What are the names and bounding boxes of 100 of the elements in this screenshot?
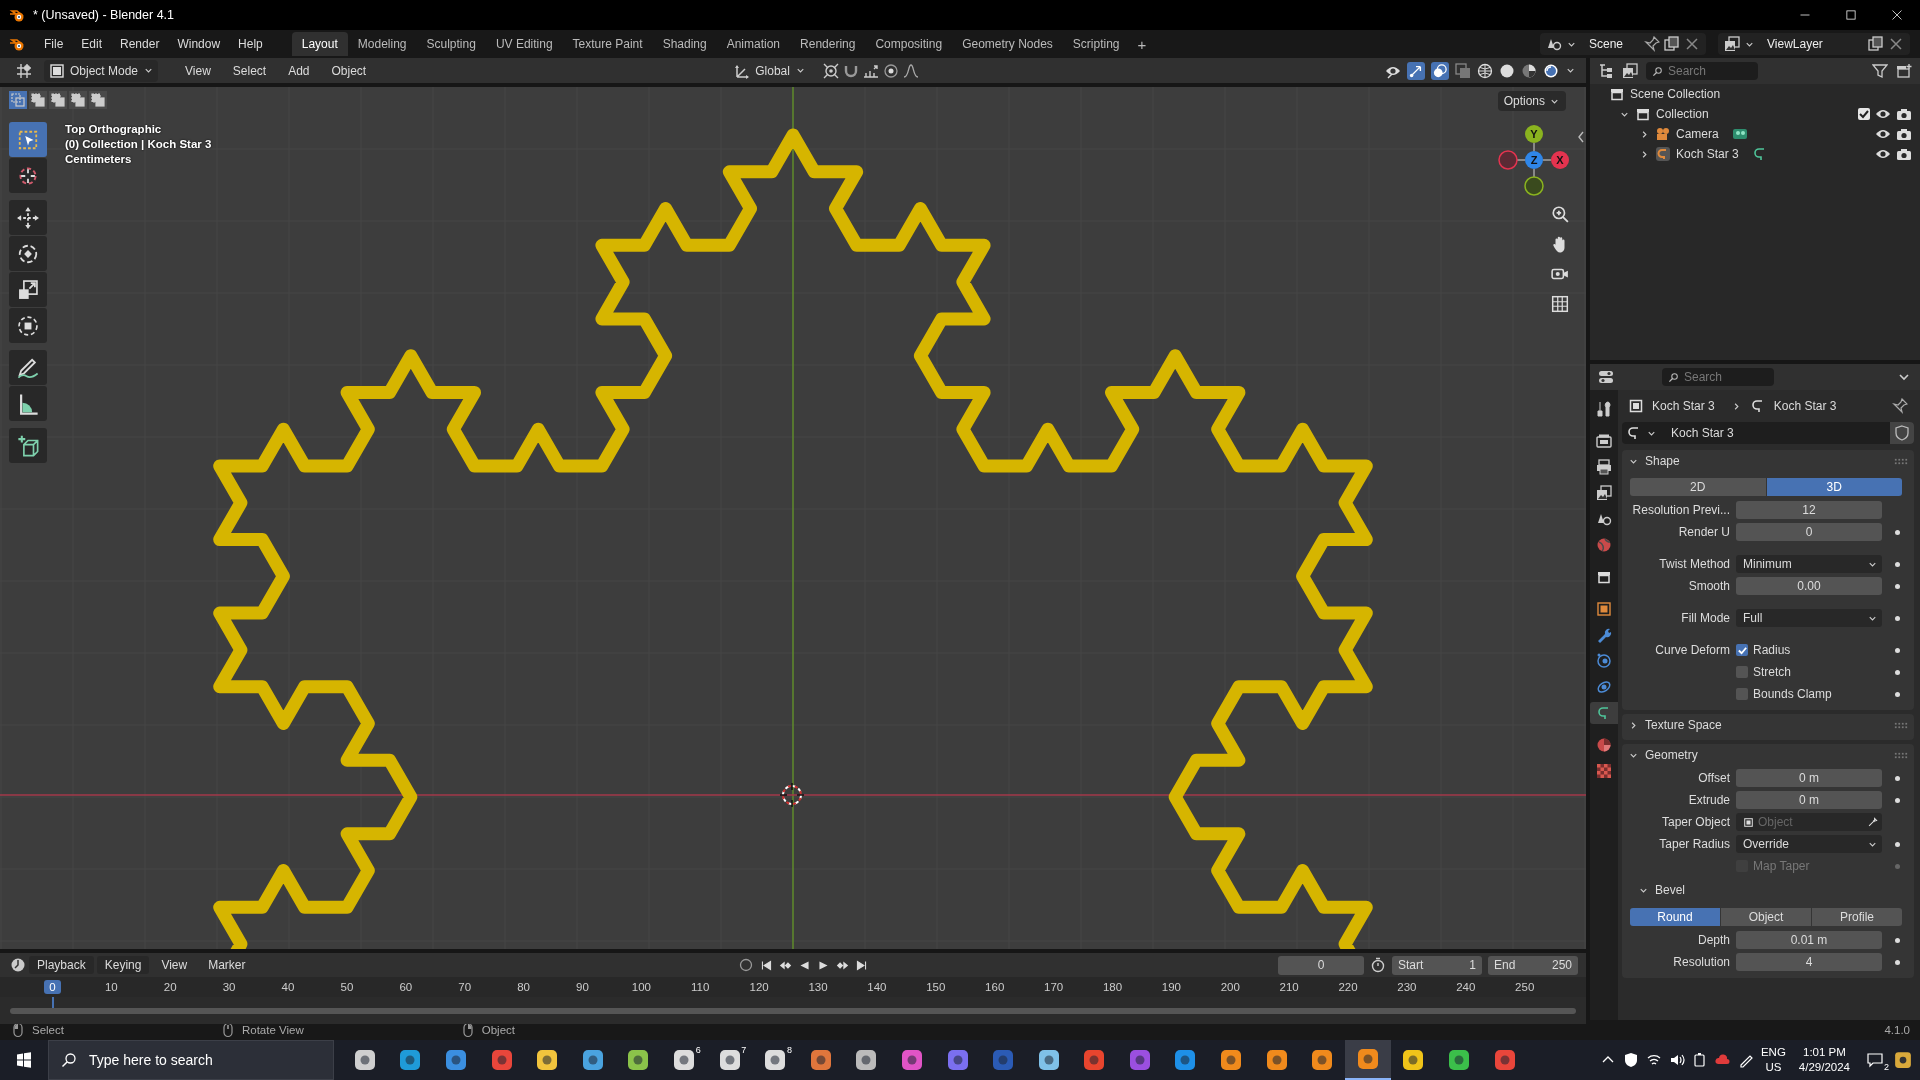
selection-mode-icon[interactable] xyxy=(69,91,87,109)
camera-icon[interactable] xyxy=(1896,126,1912,142)
battery-icon[interactable] xyxy=(1691,1052,1708,1068)
tool-button[interactable] xyxy=(9,308,47,343)
subpanel-header[interactable]: Bevel xyxy=(1626,878,1906,902)
segmented-option[interactable]: Round xyxy=(1630,908,1720,926)
search-input[interactable]: Search xyxy=(1668,64,1748,78)
camera-data-icon[interactable] xyxy=(1731,126,1748,142)
keyframe-dot[interactable] xyxy=(1894,529,1900,535)
workspace-tab[interactable]: Modeling xyxy=(347,32,417,56)
menu-item[interactable]: Marker xyxy=(199,958,255,972)
clock-date[interactable]: 4/29/2024 xyxy=(1798,1060,1850,1075)
search-field[interactable]: Search xyxy=(1646,62,1758,80)
grid-icon[interactable] xyxy=(1551,295,1569,313)
axis-ball[interactable] xyxy=(1551,151,1569,169)
outliner-row[interactable]: Koch Star 3 xyxy=(1590,144,1920,164)
tool-button[interactable] xyxy=(9,158,47,193)
new-collection-icon[interactable] xyxy=(1896,63,1912,79)
jump-start-icon[interactable] xyxy=(759,958,773,972)
workspace-tab[interactable]: Layout xyxy=(291,32,348,56)
keyframe-dot[interactable] xyxy=(1894,615,1900,621)
gizmo-toggle-icon[interactable] xyxy=(1407,61,1425,80)
snap-increment-icon[interactable] xyxy=(863,62,880,79)
taskbar-app[interactable]: 7 xyxy=(706,1040,753,1080)
notification-button[interactable]: 2 xyxy=(1863,1048,1887,1072)
pin-icon[interactable] xyxy=(1892,398,1908,414)
keyframe-dot[interactable] xyxy=(1894,583,1900,589)
checkbox[interactable] xyxy=(1736,666,1748,678)
close-icon[interactable] xyxy=(1888,36,1904,52)
menu-item[interactable]: Object xyxy=(322,63,376,78)
keyframe-dot[interactable] xyxy=(1894,797,1900,803)
checkbox[interactable] xyxy=(1736,644,1748,656)
panel-header[interactable]: Shape xyxy=(1622,450,1914,472)
close-icon[interactable] xyxy=(1684,36,1700,52)
number-field[interactable]: 0 m xyxy=(1736,769,1882,787)
outliner-row[interactable]: Collection xyxy=(1590,104,1920,124)
datablock-selector[interactable]: Koch Star 3 xyxy=(1622,422,1914,444)
checkbox[interactable] xyxy=(1736,688,1748,700)
outliner-type-icon[interactable] xyxy=(1598,63,1614,79)
selection-mode-icon[interactable] xyxy=(49,91,67,109)
taskbar-app[interactable]: 6 xyxy=(661,1040,707,1080)
number-field[interactable]: 12 xyxy=(1736,501,1882,519)
camera-icon[interactable] xyxy=(1896,106,1912,122)
play-icon[interactable] xyxy=(816,958,830,972)
properties-type-icon[interactable] xyxy=(1598,369,1614,385)
menu-item[interactable]: View xyxy=(176,63,220,78)
end-frame-field[interactable]: End 250 xyxy=(1488,955,1578,975)
workspace-tab[interactable]: Compositing xyxy=(865,32,953,56)
keyframe-dot[interactable] xyxy=(1894,669,1900,675)
exclude-checkbox[interactable] xyxy=(1858,108,1870,120)
number-field[interactable]: 0.00 xyxy=(1736,577,1882,595)
panel-header[interactable]: Texture Space xyxy=(1622,714,1914,736)
clock-icon[interactable] xyxy=(10,957,26,973)
workspace-tab[interactable]: Texture Paint xyxy=(562,32,653,56)
display-mode-icon[interactable] xyxy=(1622,63,1638,79)
play-reverse-icon[interactable] xyxy=(797,958,811,972)
material-shading-icon[interactable] xyxy=(1521,62,1537,79)
workspace-tab[interactable]: Scripting xyxy=(1062,32,1130,56)
tool-button[interactable] xyxy=(9,428,47,463)
tool-button[interactable] xyxy=(9,236,47,271)
negative-axis-ball[interactable] xyxy=(1524,176,1544,196)
segmented-option[interactable]: 2D xyxy=(1630,478,1766,496)
language-text[interactable]: ENG xyxy=(1760,1045,1786,1060)
workspace-tab[interactable]: Geometry Nodes xyxy=(952,32,1063,56)
clock-time[interactable]: 1:01 PM xyxy=(1803,1045,1846,1060)
tool-button[interactable] xyxy=(9,386,47,421)
mode-dropdown[interactable]: Object Mode xyxy=(44,59,158,82)
editor-type-icon[interactable] xyxy=(16,62,32,79)
outliner-row[interactable]: Scene Collection xyxy=(1590,84,1920,104)
object-input[interactable]: Object xyxy=(1754,815,1867,829)
menu-item[interactable]: Window xyxy=(168,37,230,51)
workspace-tab[interactable]: UV Editing xyxy=(485,32,563,56)
current-frame-field[interactable]: 0 xyxy=(1278,955,1364,975)
dropdown-field[interactable]: Full xyxy=(1736,609,1882,627)
taskbar-app[interactable]: 8 xyxy=(752,1040,798,1080)
speaker-icon[interactable] xyxy=(1668,1052,1685,1068)
dropdown-field[interactable]: Override xyxy=(1736,835,1882,853)
drag-handle-icon[interactable] xyxy=(1894,751,1908,759)
number-field[interactable]: 0 xyxy=(1736,523,1882,541)
keyframe-dot[interactable] xyxy=(1894,959,1900,965)
filter-icon[interactable] xyxy=(1872,63,1888,79)
menu-item[interactable]: Edit xyxy=(72,37,112,51)
dropdown-field[interactable]: Minimum xyxy=(1736,555,1882,573)
selection-mode-icon[interactable] xyxy=(29,91,47,109)
menu-item[interactable]: Add xyxy=(279,63,319,78)
zoom-icon[interactable] xyxy=(1551,205,1569,223)
tool-button[interactable] xyxy=(9,200,47,235)
jump-end-icon[interactable] xyxy=(854,958,868,972)
eyedropper-icon[interactable] xyxy=(1867,816,1878,828)
proportional-edit-icon[interactable] xyxy=(883,62,900,79)
keyframe-dot[interactable] xyxy=(1894,937,1900,943)
scrollbar[interactable] xyxy=(10,1008,1576,1014)
keyframe-dot[interactable] xyxy=(1894,647,1900,653)
menu-item[interactable]: Select xyxy=(223,63,276,78)
drag-handle-icon[interactable] xyxy=(1894,457,1908,465)
duplicate-icon[interactable] xyxy=(1868,36,1884,52)
overlay-toggle-icon[interactable] xyxy=(1431,61,1449,80)
add-workspace-button[interactable]: + xyxy=(1129,33,1155,55)
keyframe-dot[interactable] xyxy=(1894,691,1900,697)
segmented-option[interactable]: 3D xyxy=(1766,478,1902,496)
